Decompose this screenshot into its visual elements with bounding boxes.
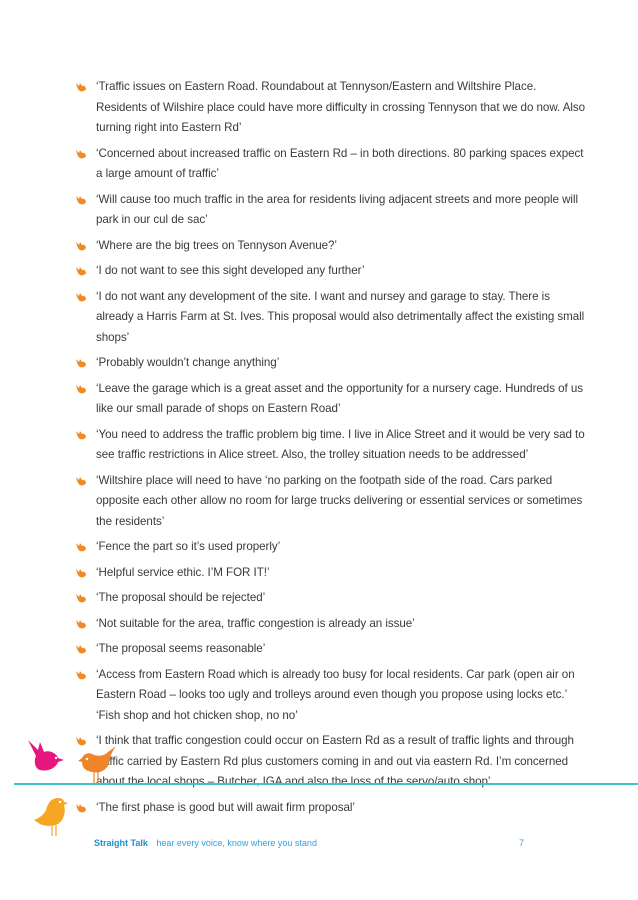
comment-item: ‘Wiltshire place will need to have ‘no p… (76, 471, 586, 533)
bird-bullet-icon (76, 384, 86, 393)
pink-bird-icon (28, 740, 64, 771)
page-number: 7 (518, 838, 524, 848)
comment-text: ‘The proposal seems reasonable’ (96, 642, 266, 655)
bird-bullet-icon (76, 670, 86, 679)
footer-tagline: hear every voice, know where you stand (156, 838, 317, 848)
comment-text: ‘Concerned about increased traffic on Ea… (96, 146, 584, 181)
comment-text: ‘Access from Eastern Road which is alrea… (96, 667, 575, 722)
comment-item: ‘Fence the part so it’s used properly’ (76, 537, 586, 558)
comment-text: ‘Leave the garage which is a great asset… (96, 381, 583, 416)
yellow-bird-icon (34, 798, 68, 836)
comment-text: ‘I think that traffic congestion could o… (96, 734, 574, 788)
comment-item: ‘The first phase is good but will await … (76, 798, 586, 819)
comment-text: ‘Where are the big trees on Tennyson Ave… (96, 238, 337, 252)
page-footer: Straight Talk hear every voice, know whe… (94, 838, 524, 848)
comment-text: ‘The proposal should be rejected’ (96, 591, 266, 604)
bird-bullet-icon (76, 803, 86, 812)
bird-bullet-icon (76, 645, 86, 654)
bird-bullet-icon (76, 267, 86, 276)
comment-item: ‘Leave the garage which is a great asset… (76, 379, 586, 420)
bird-bullet-icon (76, 619, 86, 628)
comment-text: ‘Will cause too much traffic in the area… (96, 192, 579, 227)
bird-bullet-icon (76, 241, 86, 250)
comment-item: ‘The proposal should be rejected’ (76, 588, 586, 609)
bird-bullet-icon (76, 195, 86, 204)
comment-text: ‘The first phase is good but will await … (96, 800, 355, 814)
comment-item: ‘Concerned about increased traffic on Ea… (76, 144, 586, 185)
bird-bullet-icon (76, 543, 86, 552)
comment-text: ‘Wiltshire place will need to have ‘no p… (96, 473, 583, 528)
comment-text: ‘Probably wouldn’t change anything’ (96, 356, 280, 369)
bird-bullet-icon (76, 430, 86, 439)
comment-text: ‘Not suitable for the area, traffic cong… (96, 616, 415, 630)
comment-item: ‘Where are the big trees on Tennyson Ave… (76, 236, 586, 257)
comment-text: ‘Helpful service ethic. I’M FOR IT!’ (96, 565, 270, 579)
bird-bullet-icon (76, 594, 86, 603)
comment-item: ‘You need to address the traffic problem… (76, 425, 586, 466)
comment-item: ‘Helpful service ethic. I’M FOR IT!’ (76, 563, 586, 584)
comment-item: ‘I do not want any development of the si… (76, 287, 586, 349)
bird-bullet-icon (76, 292, 86, 301)
comment-text: ‘I do not want to see this sight develop… (96, 264, 365, 277)
comment-item: ‘Traffic issues on Eastern Road. Roundab… (76, 77, 586, 139)
comment-text: ‘You need to address the traffic problem… (96, 427, 585, 462)
comment-item: ‘Access from Eastern Road which is alrea… (76, 665, 586, 727)
comment-item: ‘Will cause too much traffic in the area… (76, 190, 586, 231)
orange-bird-icon (78, 746, 116, 784)
footer-brand: Straight Talk (94, 838, 148, 848)
comment-item: ‘Probably wouldn’t change anything’ (76, 353, 586, 374)
comment-text: ‘Fence the part so it’s used properly’ (96, 540, 281, 553)
bird-bullet-icon (76, 476, 86, 485)
bird-bullet-icon (76, 149, 86, 158)
comment-text: ‘Traffic issues on Eastern Road. Roundab… (96, 80, 586, 134)
bird-bullet-icon (76, 359, 86, 368)
comment-list: ‘Traffic issues on Eastern Road. Roundab… (76, 77, 586, 823)
bird-bullet-icon (76, 568, 86, 577)
comment-item: ‘Not suitable for the area, traffic cong… (76, 614, 586, 635)
bird-bullet-icon (76, 83, 86, 92)
comment-text: ‘I do not want any development of the si… (96, 289, 585, 344)
comment-item: ‘I do not want to see this sight develop… (76, 261, 586, 282)
comment-item: ‘The proposal seems reasonable’ (76, 639, 586, 660)
